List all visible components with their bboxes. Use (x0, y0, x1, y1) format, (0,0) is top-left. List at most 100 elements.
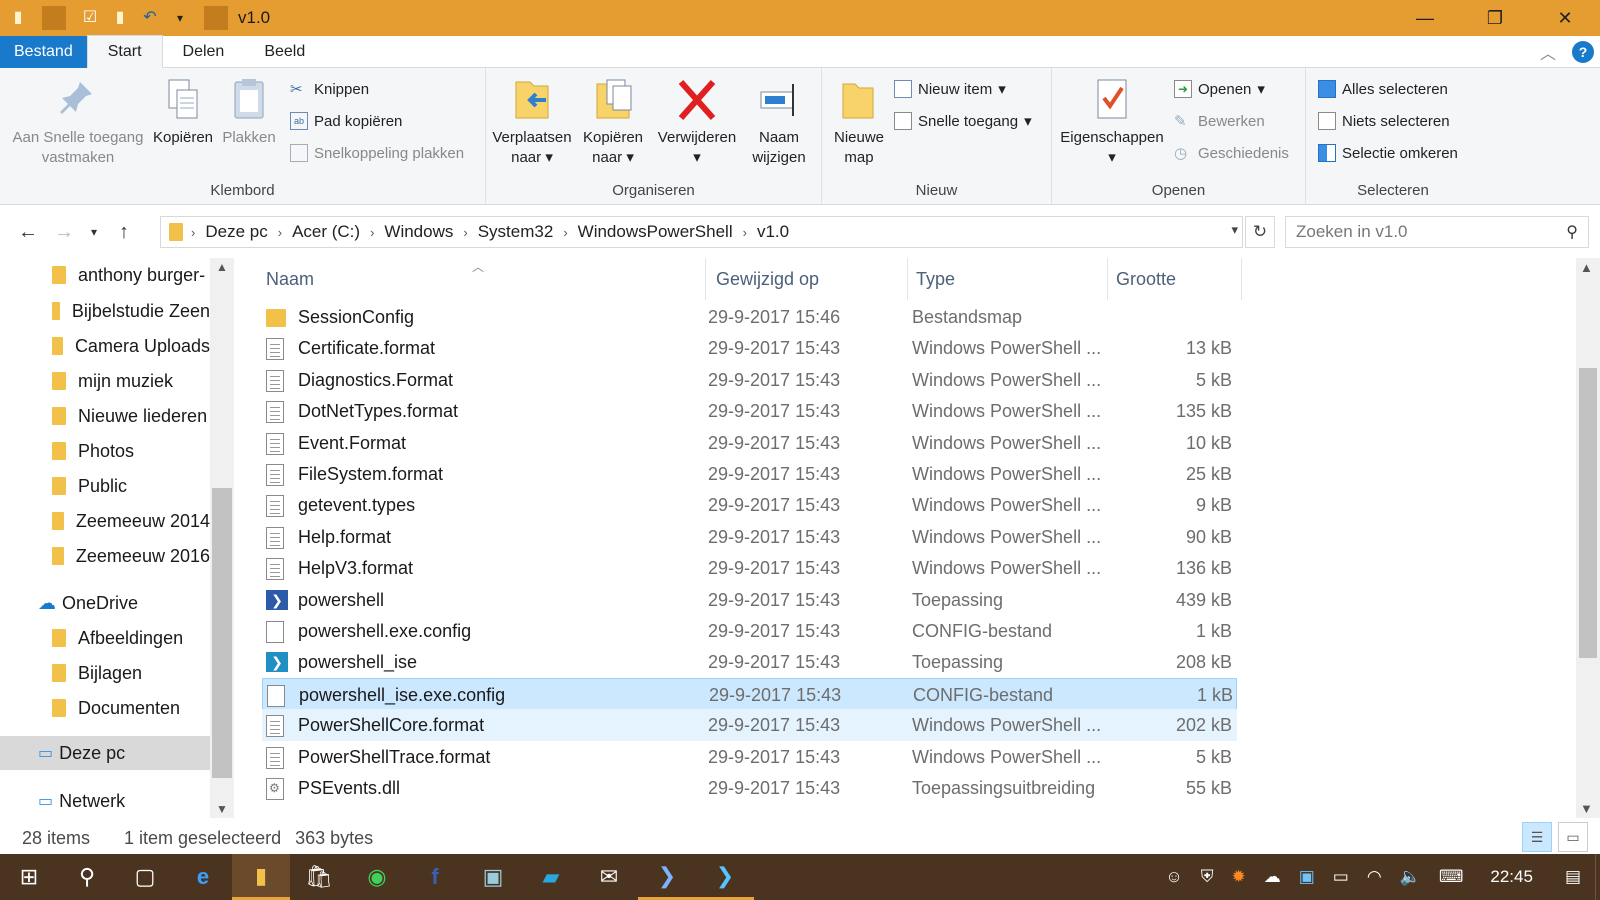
start-windows-icon[interactable]: ⊞ (0, 854, 58, 900)
invert-selection-button[interactable]: Selectie omkeren (1318, 144, 1458, 162)
nav-item[interactable]: Zeemeeuw 2016 (0, 539, 210, 573)
tab-start[interactable]: Start (86, 35, 163, 68)
people-icon[interactable]: ☺ (1156, 867, 1191, 887)
scroll-thumb[interactable] (1579, 368, 1597, 658)
chevron-right-icon[interactable]: › (559, 225, 571, 240)
table-row[interactable]: getevent.types 29-9-2017 15:43 Windows Pow… (262, 489, 1237, 521)
new-item-button[interactable]: Nieuw item ▾ (894, 80, 1006, 98)
paste-button[interactable]: Plakken (218, 76, 280, 148)
tab-share[interactable]: Delen (163, 36, 245, 68)
edit-button[interactable]: ✎ Bewerken (1174, 112, 1265, 131)
defender-shield-icon[interactable]: ⛨ (1192, 867, 1223, 887)
column-header-size[interactable]: Grootte (1108, 258, 1242, 300)
search-input[interactable]: Zoeken in v1.0 ⚲ (1285, 216, 1589, 248)
keyboard-icon[interactable]: ⌨ (1430, 867, 1473, 887)
search-icon[interactable]: ⚲ (58, 854, 116, 900)
address-bar[interactable]: › Deze pc › Acer (C:) › Windows › System… (160, 216, 1243, 248)
table-row[interactable]: PowerShellCore.format 29-9-2017 15:43 Wind… (262, 709, 1237, 742)
recent-locations-chevron-icon[interactable]: ▾ (82, 225, 106, 239)
cut-button[interactable]: ✂ Knippen (290, 80, 369, 99)
table-row[interactable]: ❯ powershell 29-9-2017 15:43 Toepassing 439 … (262, 584, 1237, 616)
volume-icon[interactable]: 🔈 (1391, 867, 1430, 887)
monitor-app-icon[interactable]: ▣ (1290, 867, 1324, 887)
up-arrow-icon[interactable]: ↑ (106, 221, 142, 244)
scroll-up-icon[interactable]: ▲ (1580, 260, 1593, 275)
properties-button[interactable]: Eigenschappen ▾ (1056, 76, 1168, 168)
nav-item[interactable]: Documenten (0, 691, 210, 725)
back-arrow-icon[interactable]: ← (10, 221, 46, 244)
clock[interactable]: 22:45 (1472, 867, 1551, 887)
scroll-up-icon[interactable]: ▲ (216, 260, 228, 274)
new-folder-quick-icon[interactable]: ▮ (108, 6, 132, 30)
refresh-icon[interactable]: ↻ (1245, 216, 1275, 248)
nav-item[interactable]: Bijlagen (0, 656, 210, 690)
nav-item[interactable]: Afbeeldingen (0, 621, 210, 655)
help-icon[interactable]: ? (1572, 41, 1594, 63)
tab-view[interactable]: Beeld (244, 36, 325, 68)
mail-icon[interactable]: ✉ (580, 854, 638, 900)
table-row[interactable]: powershell_ise.exe.config 29-9-2017 15:43… (262, 677, 1237, 710)
breadcrumb-this-pc[interactable]: Deze pc (199, 222, 273, 242)
table-row[interactable]: FileSystem.format 29-9-2017 15:43 Windows … (262, 458, 1237, 490)
easy-access-button[interactable]: Snelle toegang ▾ (894, 112, 1032, 130)
nav-item[interactable]: anthony burger- (0, 258, 210, 292)
paste-shortcut-button[interactable]: Snelkoppeling plakken (290, 144, 464, 162)
control-panel-icon[interactable]: ▣ (464, 854, 522, 900)
nav-item[interactable]: mijn muziek (0, 364, 210, 398)
breadcrumb-v1[interactable]: v1.0 (751, 222, 795, 242)
table-row[interactable]: Help.format 29-9-2017 15:43 Windows PowerS… (262, 521, 1237, 553)
chevron-right-icon[interactable]: › (739, 225, 751, 240)
select-none-button[interactable]: Niets selecteren (1318, 112, 1450, 130)
close-button[interactable]: ✕ (1530, 0, 1600, 36)
collapse-ribbon-icon[interactable]: ︿ (1540, 40, 1556, 64)
scroll-down-icon[interactable]: ▼ (216, 802, 228, 816)
show-desktop-button[interactable] (1595, 854, 1600, 900)
table-row[interactable]: SessionConfig 29-9-2017 15:46 Bestandsmap (262, 301, 1237, 333)
breadcrumb-windowspowershell[interactable]: WindowsPowerShell (572, 222, 739, 242)
table-row[interactable]: PowerShellTrace.format 29-9-2017 15:43 Win… (262, 741, 1237, 773)
pin-quick-access-button[interactable]: Aan Snelle toegang vastmaken (8, 76, 148, 168)
copy-to-button[interactable]: Kopiëren naar ▾ (578, 76, 648, 168)
chevron-right-icon[interactable]: › (187, 225, 199, 240)
table-row[interactable]: Diagnostics.Format 29-9-2017 15:43 Windows… (262, 364, 1237, 396)
column-header-date[interactable]: Gewijzigd op (708, 258, 908, 300)
powershell-icon[interactable]: ❯ (638, 854, 696, 900)
table-row[interactable]: PSEvents.dll 29-9-2017 15:43 Toepassingsui… (262, 772, 1237, 804)
onedrive-cloud-icon[interactable]: ☁ (1255, 867, 1290, 887)
table-row[interactable]: Event.Format 29-9-2017 15:43 Windows Power… (262, 427, 1237, 459)
nav-scrollbar[interactable]: ▲ ▼ (210, 258, 234, 818)
avast-icon[interactable]: ✹ (1222, 867, 1254, 887)
history-button[interactable]: ◷ Geschiedenis (1174, 144, 1289, 163)
scroll-thumb[interactable] (212, 488, 232, 778)
facebook-icon[interactable]: f (406, 854, 464, 900)
chevron-down-icon[interactable]: ▾ (1231, 222, 1238, 238)
nav-item-this-pc[interactable]: ▭ Deze pc (0, 736, 210, 770)
file-explorer-icon[interactable]: ▮ (232, 854, 290, 900)
properties-quick-icon[interactable]: ☑ (78, 6, 102, 30)
restore-button[interactable]: ❐ (1460, 0, 1530, 36)
tab-file[interactable]: Bestand (0, 35, 87, 68)
notepad-icon[interactable]: ▰ (522, 854, 580, 900)
chevron-right-icon[interactable]: › (274, 225, 286, 240)
minimize-button[interactable]: — (1390, 0, 1460, 36)
nav-item[interactable]: Camera Uploads (0, 329, 210, 363)
powershell-ise-icon[interactable]: ❯ (696, 854, 754, 900)
scroll-down-icon[interactable]: ▼ (1580, 801, 1593, 816)
nav-item[interactable]: Bijbelstudie Zeen (0, 294, 210, 328)
edge-browser-icon[interactable]: e (174, 854, 232, 900)
column-header-type[interactable]: Type (908, 258, 1108, 300)
select-all-button[interactable]: Alles selecteren (1318, 80, 1448, 98)
file-list-scrollbar[interactable]: ▲ ▼ (1576, 258, 1600, 818)
forward-arrow-icon[interactable]: → (46, 221, 82, 244)
table-row[interactable]: DotNetTypes.format 29-9-2017 15:43 Windows… (262, 395, 1237, 427)
delete-button[interactable]: Verwijderen ▾ (656, 76, 738, 168)
nav-item[interactable]: Zeemeeuw 2014 (0, 504, 210, 538)
nav-item[interactable]: Public (0, 469, 210, 503)
breadcrumb-drive[interactable]: Acer (C:) (286, 222, 366, 242)
table-row[interactable]: HelpV3.format 29-9-2017 15:43 Windows Powe… (262, 552, 1237, 584)
nav-item[interactable]: Nieuwe liederen (0, 399, 210, 433)
rename-button[interactable]: Naam wijzigen (742, 76, 816, 168)
new-folder-button[interactable]: Nieuwe map (826, 76, 892, 168)
store-icon[interactable]: 🛍 (290, 854, 348, 900)
notifications-icon[interactable]: ▤ (1551, 867, 1595, 887)
